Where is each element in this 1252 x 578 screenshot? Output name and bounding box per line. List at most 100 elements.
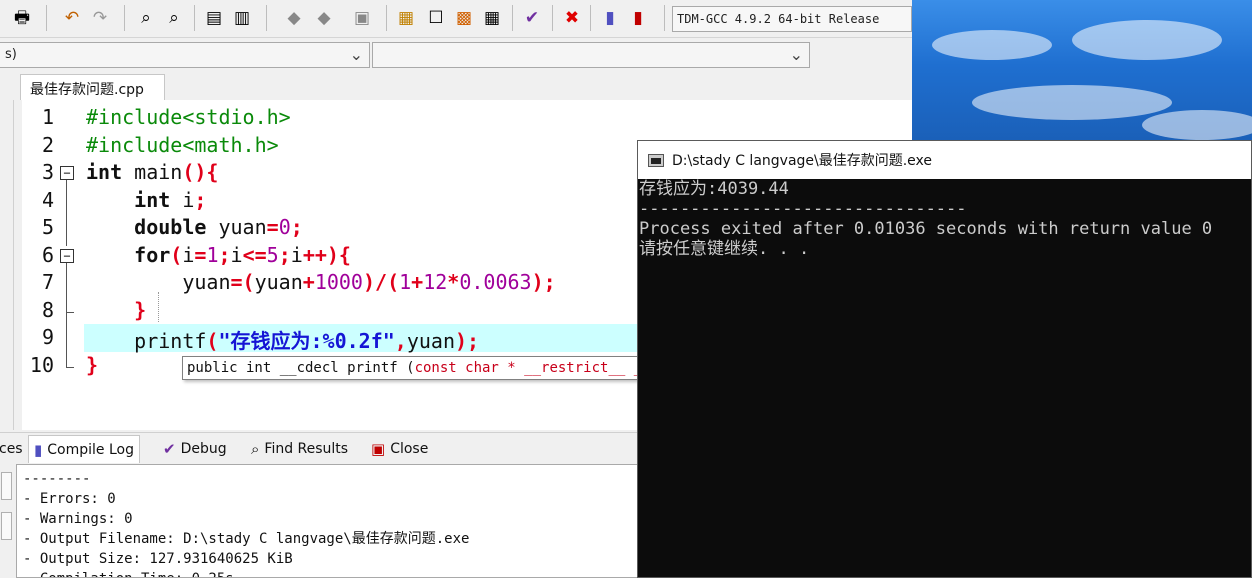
chart-icon[interactable]: ▮ [598,6,622,30]
tab-close[interactable]: ▣ Close [366,435,433,463]
cloud [932,30,1052,60]
code-line-4: int i; [134,188,207,212]
chart-icon: ▮ [34,440,43,459]
console-title: D:\stady C langvage\最佳存款问题.exe [672,153,933,169]
code-line-7: yuan=(yuan+1000)/(1+12*0.0063); [182,270,556,294]
chevron-down-icon: ⌄ [789,45,803,64]
toolbar-separator [590,5,591,31]
console-icon [648,153,664,167]
class-combo[interactable]: s) ⌄ [0,42,370,68]
close-icon[interactable]: ✖ [560,6,584,30]
tab-debug-label: Debug [180,441,227,457]
cloud [1072,20,1222,60]
line-number: 2 [41,133,54,157]
line-number: 3 [41,160,54,184]
combo-row: s) ⌄ ⌄ [0,40,912,70]
undo-icon[interactable]: ↶ [60,6,84,30]
tab-find-results-label: Find Results [264,441,349,457]
log-side-button[interactable] [1,512,12,540]
log-side-button[interactable] [1,472,12,500]
function-signature-tooltip: public int __cdecl printf (const char * … [182,356,642,380]
close-icon: ▣ [371,440,386,458]
fold-toggle-icon[interactable]: − [60,249,74,263]
redo-icon[interactable]: ↷ [88,6,112,30]
fold-line [66,312,67,368]
print-icon[interactable]: 🖶 [10,6,34,30]
line-number: 6 [41,243,54,267]
bookmark-next-icon[interactable]: ◆ [312,6,336,30]
tab-close-label: Close [390,441,429,457]
class-combo-value: s) [5,47,17,62]
console-line: -------------------------------- [639,199,967,219]
console-titlebar[interactable]: D:\stady C langvage\最佳存款问题.exe [638,141,1251,179]
indent-guide [158,292,159,322]
tab-resources-label: ces [0,441,23,457]
editor-tabbar: 最佳存款问题.cpp [0,70,912,100]
find-icon: ⌕ [251,440,260,458]
cloud [972,85,1172,120]
tooltip-params: const char * __restrict__ _Format, ... [414,360,641,376]
line-number: 1 [41,105,54,129]
comment-icon[interactable]: ▣ [350,6,374,30]
fold-end [66,312,74,313]
console-window[interactable]: D:\stady C langvage\最佳存款问题.exe 存钱应为:4039… [637,140,1252,578]
tab-resources[interactable]: ces [0,435,28,463]
toolbar-separator [266,5,267,31]
code-line-6: for(i=1;i<=5;i++){ [134,243,351,267]
new-project-icon[interactable]: ▦ [394,6,418,30]
project-panel-edge [0,100,14,430]
indent-icon[interactable]: ▤ [202,6,226,30]
line-number: 5 [41,215,54,239]
compiler-select[interactable]: TDM-GCC 4.9.2 64-bit Release [672,6,912,32]
code-line-3: int main(){ [86,160,219,184]
cloud [1142,110,1252,140]
chevron-down-icon: ⌄ [349,45,363,64]
console-output: 存钱应为:4039.44 ----------------------------… [638,179,1251,577]
toolbar: 🖶 ↶ ↷ ⌕ ⌕ ▤ ▥ ◆ ◆ ▣ ▦ ☐ ▩ ▦ ✔ ✖ ▮ ▮ TDM-… [0,0,912,38]
check-icon: ✔ [163,440,176,458]
toolbar-separator [194,5,195,31]
code-line-2: #include<math.h> [86,133,279,157]
window-icon[interactable]: ☐ [424,6,448,30]
class-browser-icon[interactable]: ▩ [452,6,476,30]
tab-compile-log-label: Compile Log [47,441,134,458]
toolbar-separator [552,5,553,31]
code-line-5: double yuan=0; [134,215,303,239]
line-number: 10 [29,353,54,377]
tab-file[interactable]: 最佳存款问题.cpp [20,74,165,100]
console-line: 存钱应为:4039.44 [639,179,789,199]
console-line: 请按任意键继续. . . [639,239,810,259]
find-icon[interactable]: ⌕ [134,6,158,30]
toolbar-separator [386,5,387,31]
tab-debug[interactable]: ✔ Debug [158,435,232,463]
tab-find-results[interactable]: ⌕ Find Results [246,435,353,463]
line-number: 8 [41,298,54,322]
chart-delete-icon[interactable]: ▮ [626,6,650,30]
line-gutter: 1 2 3 4 5 6 7 8 9 10 − − [22,100,82,430]
log-side-buttons [0,464,14,578]
toolbar-separator [664,5,665,31]
fold-toggle-icon[interactable]: − [60,166,74,180]
code-line-1: #include<stdio.h> [86,105,291,129]
line-number: 4 [41,188,54,212]
replace-icon[interactable]: ⌕ [162,6,186,30]
desktop-wallpaper [912,0,1252,145]
toolbar-separator [512,5,513,31]
member-combo[interactable]: ⌄ [372,42,810,68]
fold-line [66,180,67,246]
console-line: Process exited after 0.01036 seconds wit… [639,219,1213,239]
code-line-8: } [134,298,147,322]
unindent-icon[interactable]: ▥ [230,6,254,30]
fold-line [66,263,67,313]
tab-compile-log[interactable]: ▮ Compile Log [28,435,140,463]
check-icon[interactable]: ✔ [520,6,544,30]
line-number: 7 [41,270,54,294]
tooltip-signature: public int __cdecl printf ( [187,360,415,376]
toolbar-separator [124,5,125,31]
code-line-10: } [86,353,99,377]
fold-end [66,367,74,368]
toolbar-separator [46,5,47,31]
grid-icon[interactable]: ▦ [480,6,504,30]
bookmark-icon[interactable]: ◆ [282,6,306,30]
line-number: 9 [41,325,54,349]
